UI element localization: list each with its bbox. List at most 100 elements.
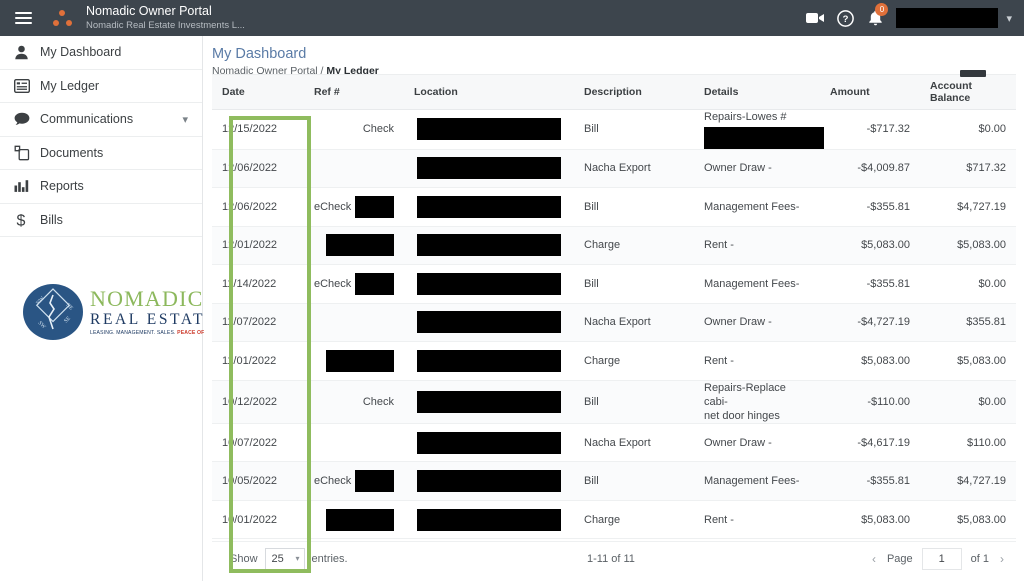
ref-content: Check: [314, 396, 394, 408]
app-title: Nomadic Owner Portal: [86, 5, 245, 18]
table-row[interactable]: 10/07/2022Nacha ExportOwner Draw --$4,61…: [212, 423, 1016, 462]
redacted-ref-number: [355, 196, 394, 218]
user-name-redacted[interactable]: [896, 8, 998, 28]
cell-ref: eCheck: [304, 462, 404, 501]
page-size-control: Show 25 ▾ entries.: [212, 548, 348, 570]
redacted-details: [704, 127, 824, 149]
chevron-down-icon: ▾: [296, 554, 300, 563]
column-header-date[interactable]: Date: [212, 75, 304, 109]
chat-bubble-icon: [14, 112, 40, 126]
video-camera-icon[interactable]: [800, 0, 830, 36]
sidebar-item-bills[interactable]: $ Bills: [0, 204, 202, 238]
chevron-down-icon[interactable]: ▾: [1006, 12, 1018, 25]
cell-date: 12/01/2022: [212, 226, 304, 265]
logo-wordmark: NOMADIC REAL ESTATE LEASING. MANAGEMENT.…: [90, 288, 221, 337]
svg-text:$: $: [17, 212, 26, 227]
column-header-amount[interactable]: Amount: [820, 75, 920, 109]
page-title: My Dashboard: [212, 46, 1024, 62]
table-row[interactable]: 11/07/2022Nacha ExportOwner Draw --$4,72…: [212, 303, 1016, 342]
sidebar-item-documents[interactable]: Documents: [0, 137, 202, 171]
cell-details: Management Fees-: [694, 462, 820, 501]
cell-date: 11/07/2022: [212, 303, 304, 342]
cell-details: Management Fees-: [694, 188, 820, 227]
help-circle-icon[interactable]: ?: [830, 0, 860, 36]
cell-account-balance: $355.81: [920, 303, 1016, 342]
cell-details: Owner Draw -: [694, 423, 820, 462]
details-text: Owner Draw -: [704, 161, 810, 175]
table-row[interactable]: 12/06/2022eCheckBillManagement Fees--$35…: [212, 188, 1016, 227]
table-row[interactable]: 10/05/2022eCheckBillManagement Fees--$35…: [212, 462, 1016, 501]
table-body: 12/15/2022CheckBillRepairs-Lowes #-$717.…: [212, 109, 1016, 539]
notification-badge: 0: [875, 3, 888, 16]
prev-page-chevron-left-icon[interactable]: ‹: [870, 552, 878, 566]
table-row[interactable]: 10/12/2022CheckBillRepairs-Replace cabi-…: [212, 380, 1016, 423]
ref-type-label: eCheck: [314, 475, 351, 487]
cell-account-balance: $5,083.00: [920, 342, 1016, 381]
ref-content: [314, 509, 394, 531]
cell-date: 10/01/2022: [212, 500, 304, 539]
column-header-ref[interactable]: Ref #: [304, 75, 404, 109]
cell-amount: -$355.81: [820, 188, 920, 227]
cell-description: Bill: [574, 265, 694, 304]
table-row[interactable]: 12/01/2022ChargeRent -$5,083.00$5,083.00: [212, 226, 1016, 265]
cell-amount: -$717.32: [820, 109, 920, 149]
table-row[interactable]: 12/06/2022Nacha ExportOwner Draw --$4,00…: [212, 149, 1016, 188]
column-header-account-balance[interactable]: Account Balance: [920, 75, 1016, 109]
details-text: Management Fees-: [704, 474, 810, 488]
details-text: Repairs-Lowes #: [704, 110, 810, 124]
sidebar-item-my-ledger[interactable]: My Ledger: [0, 70, 202, 104]
cell-amount: $5,083.00: [820, 500, 920, 539]
hamburger-menu-icon[interactable]: [0, 0, 46, 36]
cell-date: 11/01/2022: [212, 342, 304, 381]
bell-icon[interactable]: 0: [860, 0, 890, 36]
table-row[interactable]: 11/01/2022ChargeRent -$5,083.00$5,083.00: [212, 342, 1016, 381]
page-total-label: of 1: [971, 553, 989, 565]
page-header: My Dashboard Nomadic Owner Portal / My L…: [204, 36, 1024, 77]
clipped-toolbar-element[interactable]: [960, 70, 986, 77]
page-size-select[interactable]: 25 ▾: [265, 548, 305, 570]
redacted-location: [417, 391, 561, 413]
list-icon: [14, 79, 40, 93]
ref-type-label: eCheck: [314, 201, 351, 213]
table-row[interactable]: 11/14/2022eCheckBillManagement Fees--$35…: [212, 265, 1016, 304]
redacted-location: [417, 509, 561, 531]
cell-ref: [304, 149, 404, 188]
column-header-description[interactable]: Description: [574, 75, 694, 109]
table-row[interactable]: 12/15/2022CheckBillRepairs-Lowes #-$717.…: [212, 109, 1016, 149]
cell-ref: [304, 423, 404, 462]
cell-description: Bill: [574, 109, 694, 149]
logo-tagline: LEASING. MANAGEMENT. SALES. PEACE OF MIN…: [90, 331, 221, 336]
sidebar-item-reports[interactable]: Reports: [0, 170, 202, 204]
cell-ref: eCheck: [304, 265, 404, 304]
details-text: Owner Draw -: [704, 315, 810, 329]
column-header-details[interactable]: Details: [694, 75, 820, 109]
app-subtitle: Nomadic Real Estate Investments L...: [86, 21, 245, 31]
table-row[interactable]: 10/01/2022ChargeRent -$5,083.00$5,083.00: [212, 500, 1016, 539]
cell-location: [404, 265, 574, 304]
ref-content: eCheck: [314, 273, 394, 295]
cell-details: Management Fees-: [694, 265, 820, 304]
next-page-chevron-right-icon[interactable]: ›: [998, 552, 1006, 566]
cell-date: 11/14/2022: [212, 265, 304, 304]
sidebar-item-label: My Ledger: [40, 79, 99, 93]
three-dot-logo-icon: [46, 0, 82, 36]
cell-amount: -$110.00: [820, 380, 920, 423]
table-footer: Show 25 ▾ entries. 1-11 of 11 ‹ Page 1 o…: [212, 541, 1016, 575]
nomadic-compass-icon: NW NE SW SE: [22, 281, 84, 343]
cell-account-balance: $0.00: [920, 265, 1016, 304]
sidebar-item-communications[interactable]: Communications ▾: [0, 103, 202, 137]
ledger-table: Date Ref # Location Description Details …: [212, 75, 1016, 539]
company-logo: NW NE SW SE NOMADIC REAL ESTATE LEASING.…: [0, 281, 203, 343]
page-number-input[interactable]: 1: [922, 548, 962, 570]
table-header-row: Date Ref # Location Description Details …: [212, 75, 1016, 109]
cell-description: Charge: [574, 500, 694, 539]
sidebar-item-label: Bills: [40, 213, 63, 227]
sidebar-item-my-dashboard[interactable]: My Dashboard: [0, 36, 202, 70]
cell-date: 12/06/2022: [212, 188, 304, 227]
chevron-down-icon[interactable]: ▾: [182, 113, 188, 126]
column-header-location[interactable]: Location: [404, 75, 574, 109]
sidebar-item-label: Documents: [40, 146, 103, 160]
details-text: Owner Draw -: [704, 436, 810, 450]
cell-account-balance: $4,727.19: [920, 188, 1016, 227]
redacted-location: [417, 157, 561, 179]
